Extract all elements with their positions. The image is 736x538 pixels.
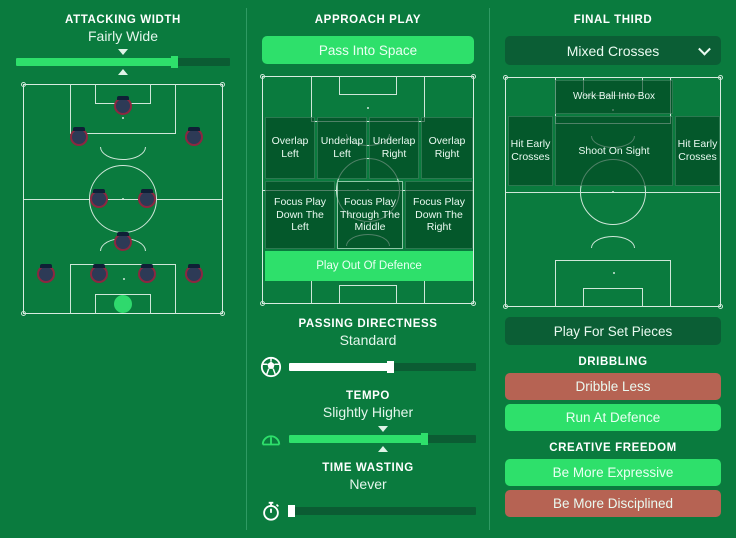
final-third-select-value: Mixed Crosses bbox=[566, 42, 660, 59]
player-left-back[interactable] bbox=[36, 264, 55, 284]
penalty-spot-bottom bbox=[123, 278, 125, 280]
passing-directness-track[interactable] bbox=[289, 361, 476, 373]
be-more-disciplined-button[interactable]: Be More Disciplined bbox=[505, 490, 721, 517]
tactics-screen: ATTACKING WIDTH Fairly Wide APPROACH PLA… bbox=[0, 0, 736, 538]
zone-overlap-left[interactable]: Overlap Left bbox=[265, 117, 315, 179]
corner-arc bbox=[21, 82, 26, 87]
tempo-marker-top bbox=[377, 426, 388, 432]
player-right-back[interactable] bbox=[185, 264, 204, 284]
football-icon bbox=[260, 356, 282, 378]
pass-into-space-button[interactable]: Pass Into Space bbox=[262, 36, 474, 64]
player-left-winger[interactable] bbox=[70, 127, 89, 147]
corner-arc bbox=[718, 304, 723, 309]
time-wasting-title: TIME WASTING bbox=[322, 462, 414, 474]
attacking-width-slider[interactable] bbox=[16, 49, 230, 75]
time-wasting-handle[interactable] bbox=[287, 505, 295, 517]
attacking-width-handle[interactable] bbox=[171, 56, 179, 68]
passing-directness-handle[interactable] bbox=[386, 361, 394, 373]
passing-directness-fill bbox=[289, 363, 390, 371]
approach-play-title: APPROACH PLAY bbox=[314, 14, 422, 26]
attacking-width-title: ATTACKING WIDTH bbox=[65, 14, 181, 26]
formation-pitch[interactable] bbox=[21, 82, 225, 316]
corner-arc bbox=[260, 301, 265, 306]
passing-directness-value: Standard bbox=[339, 332, 397, 348]
corner-arc bbox=[503, 75, 508, 80]
goal-area-bottom bbox=[583, 288, 643, 307]
corner-arc bbox=[21, 311, 26, 316]
passing-directness-title: PASSING DIRECTNESS bbox=[298, 318, 438, 330]
goal-area-top bbox=[338, 76, 398, 95]
time-wasting-slider[interactable] bbox=[287, 505, 476, 517]
player-defensive-mid[interactable] bbox=[114, 232, 132, 252]
attacking-width-panel: ATTACKING WIDTH Fairly Wide bbox=[0, 0, 246, 538]
centre-spot bbox=[612, 191, 614, 193]
zone-underlap-right[interactable]: Underlap Right bbox=[369, 117, 419, 179]
stopwatch-icon bbox=[260, 500, 282, 522]
corner-arc bbox=[503, 304, 508, 309]
corner-arc bbox=[260, 74, 265, 79]
attacking-width-marker-top bbox=[118, 49, 128, 55]
final-third-title: FINAL THIRD bbox=[573, 14, 653, 26]
attacking-width-fill bbox=[16, 58, 175, 66]
final-third-panel: FINAL THIRD Mixed Crosses Work Ball Into… bbox=[490, 0, 736, 538]
approach-play-panel: APPROACH PLAY Pass Into Space Overlap Le… bbox=[246, 0, 490, 538]
corner-arc bbox=[718, 75, 723, 80]
tempo-marker-bottom bbox=[377, 446, 388, 452]
dribbling-title: DRIBBLING bbox=[578, 356, 648, 368]
creative-freedom-title: CREATIVE FREEDOM bbox=[549, 442, 677, 454]
centre-spot bbox=[122, 198, 124, 200]
corner-arc bbox=[220, 82, 225, 87]
penalty-spot-top bbox=[367, 107, 369, 109]
player-right-centre-mid[interactable] bbox=[137, 189, 156, 208]
zone-focus-left[interactable]: Focus Play Down The Left bbox=[265, 181, 335, 249]
play-for-set-pieces-button[interactable]: Play For Set Pieces bbox=[505, 317, 721, 345]
chevron-down-icon bbox=[698, 42, 711, 56]
dribble-less-button[interactable]: Dribble Less bbox=[505, 373, 721, 400]
attacking-width-value: Fairly Wide bbox=[87, 28, 158, 44]
zone-shoot-on-sight[interactable]: Shoot On Sight bbox=[555, 116, 673, 186]
time-wasting-value: Never bbox=[349, 476, 387, 492]
time-wasting-track[interactable] bbox=[287, 505, 476, 517]
zone-focus-middle[interactable]: Focus Play Through The Middle bbox=[337, 181, 403, 249]
player-right-winger[interactable] bbox=[185, 127, 204, 147]
tempo-value: Slightly Higher bbox=[322, 404, 414, 420]
zone-hit-early-crosses-right[interactable]: Hit Early Crosses bbox=[675, 116, 720, 186]
penalty-spot-top bbox=[122, 117, 124, 119]
player-left-centre-back[interactable] bbox=[90, 264, 109, 284]
zone-hit-early-crosses-left[interactable]: Hit Early Crosses bbox=[508, 116, 553, 186]
run-at-defence-button[interactable]: Run At Defence bbox=[505, 404, 721, 431]
corner-arc bbox=[471, 74, 476, 79]
zone-overlap-right[interactable]: Overlap Right bbox=[421, 117, 473, 179]
attacking-width-track[interactable] bbox=[16, 56, 230, 68]
be-more-expressive-button[interactable]: Be More Expressive bbox=[505, 459, 721, 486]
goal-area-bottom bbox=[338, 285, 398, 304]
tempo-slider[interactable] bbox=[289, 426, 476, 452]
player-goalkeeper[interactable] bbox=[114, 294, 132, 313]
passing-directness-slider[interactable] bbox=[289, 361, 476, 373]
player-left-centre-mid[interactable] bbox=[90, 189, 109, 208]
tempo-track[interactable] bbox=[289, 433, 476, 445]
tempo-fill bbox=[289, 435, 424, 443]
tempo-title: TEMPO bbox=[346, 390, 390, 402]
final-third-pitch[interactable]: Work Ball Into Box Hit Early Crosses Sho… bbox=[503, 75, 723, 309]
zone-play-out-of-defence[interactable]: Play Out Of Defence bbox=[265, 251, 473, 281]
corner-arc bbox=[471, 301, 476, 306]
gauge-icon bbox=[260, 428, 282, 450]
final-third-select[interactable]: Mixed Crosses bbox=[505, 36, 721, 65]
zone-work-ball-into-box[interactable]: Work Ball Into Box bbox=[555, 80, 673, 114]
tempo-handle[interactable] bbox=[420, 433, 428, 445]
attacking-width-marker-bottom bbox=[118, 69, 128, 75]
player-right-centre-back[interactable] bbox=[137, 264, 156, 284]
player-striker[interactable] bbox=[114, 95, 132, 115]
penalty-arc-top bbox=[100, 147, 146, 160]
penalty-spot-bottom bbox=[613, 272, 615, 274]
corner-arc bbox=[220, 311, 225, 316]
zone-underlap-left[interactable]: Underlap Left bbox=[317, 117, 367, 179]
zone-focus-right[interactable]: Focus Play Down The Right bbox=[405, 181, 473, 249]
penalty-arc-bottom bbox=[591, 236, 635, 248]
approach-play-pitch[interactable]: Overlap Left Underlap Left Underlap Righ… bbox=[260, 74, 476, 306]
